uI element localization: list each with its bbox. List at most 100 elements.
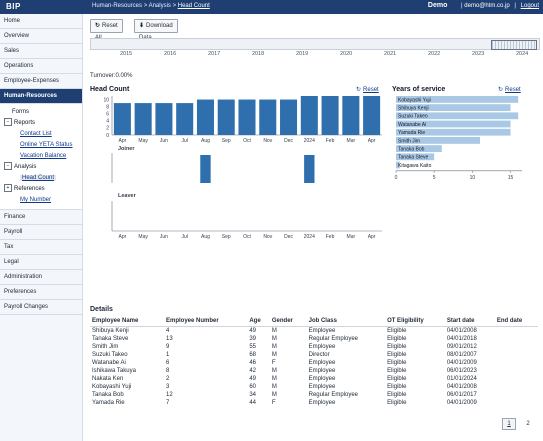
sidebar-item-preferences[interactable]: Preferences bbox=[0, 285, 82, 300]
table-row[interactable]: Nakata Ken 2 49 M Employee Eligible 01/01/2024 bbox=[90, 375, 538, 383]
headcount-y-tick-label: 10 bbox=[103, 97, 109, 103]
table-row[interactable]: Shibuya Kenji 4 49 M Employee Eligible 04/01/2… bbox=[90, 327, 538, 336]
breadcrumb-item-analysis[interactable]: Analysis bbox=[149, 3, 171, 9]
table-cell: Employee bbox=[308, 360, 336, 366]
table-row[interactable]: Smith Jim 9 55 M Employee Eligible 09/01/2012 bbox=[90, 343, 538, 351]
subnav-vacation-balance[interactable]: Vacation Balance bbox=[0, 151, 82, 162]
headcount-bar bbox=[134, 103, 152, 135]
timeline-year-label: 2023 bbox=[472, 51, 485, 57]
table-cell: Watanabe Ai bbox=[92, 360, 126, 366]
years-of-service-x-tick-label: 5 bbox=[433, 175, 436, 181]
table-cell: 12 bbox=[166, 392, 173, 398]
app-brand: BIP bbox=[6, 2, 21, 11]
sidebar-item-operations[interactable]: Operations bbox=[0, 59, 82, 74]
table-cell: 04/01/2009 bbox=[446, 400, 477, 406]
download-data-button[interactable]: ⬇Download Data bbox=[134, 19, 178, 41]
timeline-track[interactable] bbox=[90, 38, 540, 50]
breadcrumb-item-headcount[interactable]: Head Count bbox=[178, 3, 210, 9]
subnav-analysis[interactable]: − Analysis bbox=[0, 162, 82, 173]
sidebar-item-legal[interactable]: Legal bbox=[0, 255, 82, 270]
col-employee-number[interactable]: Employee Number bbox=[164, 316, 248, 327]
table-cell: Shibuya Kenji bbox=[92, 328, 129, 334]
sidebar-item-payroll-changes[interactable]: Payroll Changes bbox=[0, 300, 82, 315]
subnav-forms[interactable]: Forms bbox=[0, 107, 82, 118]
table-cell bbox=[495, 359, 538, 367]
timeline-year-label: 2022 bbox=[428, 51, 441, 57]
sidebar-item-administration[interactable]: Administration bbox=[0, 270, 82, 285]
table-row[interactable]: Ishikawa Takuya 8 42 M Employee Eligible 06/01… bbox=[90, 367, 538, 375]
page-2-button[interactable]: 2 bbox=[522, 419, 534, 429]
timeline-year-label: 2021 bbox=[384, 51, 397, 57]
years-of-service-label: Suzuki Takeo bbox=[398, 114, 428, 120]
expand-toggle-icon[interactable]: + bbox=[4, 184, 12, 193]
table-cell bbox=[495, 391, 538, 399]
table-cell bbox=[495, 335, 538, 343]
link-label: Vacation Balance bbox=[20, 153, 67, 159]
table-row[interactable]: Tanaka Bob 12 34 M Regular Employee Eligible 0… bbox=[90, 391, 538, 399]
table-row[interactable]: Tanaka Steve 13 39 M Regular Employee Eligibl… bbox=[90, 335, 538, 343]
details-title: Details bbox=[90, 306, 113, 313]
table-cell: 60 bbox=[249, 384, 257, 390]
table-cell: Employee bbox=[308, 328, 336, 334]
table-row[interactable]: Kobayashi Yuji 3 60 M Employee Eligible 04/01/… bbox=[90, 383, 538, 391]
table-row[interactable]: Suzuki Takeo 1 68 M Director Eligible 08/01/20… bbox=[90, 351, 538, 359]
table-cell: 9 bbox=[166, 344, 170, 350]
collapse-toggle-icon[interactable]: − bbox=[4, 162, 12, 171]
table-cell: 04/01/2008 bbox=[446, 384, 477, 390]
col-job-class[interactable]: Job Class bbox=[306, 316, 386, 327]
sidebar-item-home[interactable]: Home bbox=[0, 14, 82, 29]
table-cell: 3 bbox=[166, 384, 170, 390]
table-cell: Eligible bbox=[387, 368, 407, 374]
table-cell: Eligible bbox=[387, 400, 407, 406]
subnav-my-number[interactable]: My Number bbox=[0, 195, 82, 206]
table-row[interactable]: Yamada Rie 7 44 F Employee Eligible 04/01/2009 bbox=[90, 399, 538, 407]
col-gender[interactable]: Gender bbox=[269, 316, 307, 327]
org-name: Demo bbox=[427, 2, 448, 9]
subnav-head-count[interactable]: Head Count bbox=[0, 173, 82, 184]
col-age[interactable]: Age bbox=[247, 316, 270, 327]
col-ot-eligibility[interactable]: OT Eligibility bbox=[385, 316, 445, 327]
headcount-reset-link[interactable]: ↻ Reset bbox=[356, 86, 379, 93]
table-row[interactable]: Watanabe Ai 6 46 F Employee Eligible 04/01/200… bbox=[90, 359, 538, 367]
collapse-toggle-icon[interactable]: − bbox=[4, 118, 12, 127]
sidebar-item-sales[interactable]: Sales bbox=[0, 44, 82, 59]
table-cell: 44 bbox=[249, 400, 257, 406]
leaver-x-tick-label: May bbox=[138, 234, 148, 240]
leaver-title: Leaver bbox=[118, 193, 137, 199]
sidebar-item-overview[interactable]: Overview bbox=[0, 29, 82, 44]
table-cell: 04/01/2008 bbox=[446, 328, 477, 334]
reset-all-button[interactable]: ↻Reset All bbox=[90, 19, 123, 41]
timeline-range-selector[interactable]: 2015 2016 2017 2018 2019 2020 2021 2022 2023 2024 bbox=[90, 38, 540, 58]
years-of-service-reset-link[interactable]: ↻ Reset bbox=[498, 86, 521, 93]
sidebar-item-tax[interactable]: Tax bbox=[0, 240, 82, 255]
subnav-contact-list[interactable]: Contact List bbox=[0, 129, 82, 140]
link-label: Online YETA Status bbox=[20, 142, 73, 148]
col-employee-name[interactable]: Employee Name bbox=[90, 316, 165, 327]
download-icon: ⬇ bbox=[139, 23, 145, 29]
table-cell: 68 bbox=[249, 352, 257, 358]
years-of-service-label: Kitagawa Kaito bbox=[398, 163, 432, 169]
sidebar-item-finance[interactable]: Finance bbox=[0, 210, 82, 225]
table-cell: 01/01/2024 bbox=[446, 376, 477, 382]
subnav-reports[interactable]: − Reports bbox=[0, 118, 82, 129]
breadcrumb-item-hr[interactable]: Human-Resources bbox=[92, 3, 142, 9]
table-cell: Eligible bbox=[387, 344, 407, 350]
headcount-x-tick-label: Nov bbox=[263, 138, 272, 144]
details-table: Employee Name Employee Number Age Gender… bbox=[90, 316, 538, 407]
subnav-references[interactable]: + References bbox=[0, 184, 82, 195]
timeline-selected-range[interactable] bbox=[491, 40, 537, 50]
sidebar-item-payroll[interactable]: Payroll bbox=[0, 225, 82, 240]
table-cell bbox=[495, 399, 538, 407]
table-cell: M bbox=[271, 376, 277, 382]
col-start-date[interactable]: Start date bbox=[444, 316, 495, 327]
table-cell: 04/01/2009 bbox=[446, 360, 477, 366]
headcount-x-tick-label: Jul bbox=[181, 138, 187, 144]
page-1-button[interactable]: 1 bbox=[502, 418, 516, 430]
headcount-bar bbox=[155, 103, 173, 135]
col-end-date[interactable]: End date bbox=[494, 316, 538, 327]
headcount-y-tick-label: 2 bbox=[106, 126, 109, 132]
sidebar-item-employee-expenses[interactable]: Employee-Expenses bbox=[0, 74, 82, 89]
subnav-online-yeta[interactable]: Online YETA Status bbox=[0, 140, 82, 151]
sidebar-item-human-resources[interactable]: Human-Resources bbox=[0, 89, 82, 104]
logout-link[interactable]: Logout bbox=[521, 3, 539, 9]
